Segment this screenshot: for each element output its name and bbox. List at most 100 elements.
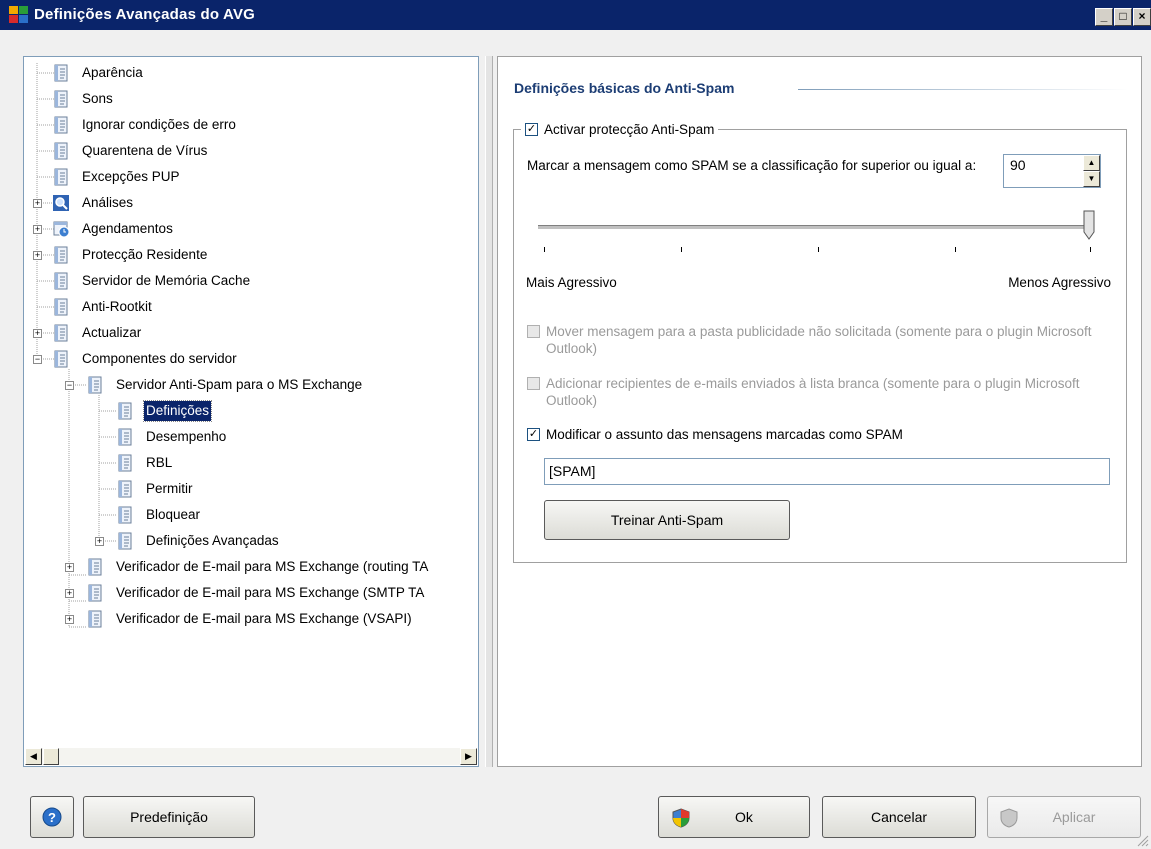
cancel-button[interactable]: Cancelar <box>822 796 976 838</box>
slider-tick <box>1090 247 1091 252</box>
collapse-icon[interactable]: − <box>65 381 74 390</box>
move-to-junk-label: Mover mensagem para a pasta publicidade … <box>546 324 1092 356</box>
slider-min-label: Mais Agressivo <box>526 275 617 290</box>
default-button[interactable]: Predefinição <box>83 796 255 838</box>
tree-item-label: Anti-Rootkit <box>82 299 152 314</box>
svg-text:?: ? <box>48 810 56 825</box>
window-title: Definições Avançadas do AVG <box>34 6 256 23</box>
tree-item-label: Sons <box>82 91 113 106</box>
tree-item-label: Bloquear <box>146 507 201 522</box>
threshold-value: 90 <box>1010 157 1026 173</box>
settings-document-icon <box>86 610 104 628</box>
scroll-right-arrow-icon[interactable]: ▶ <box>460 748 477 765</box>
settings-document-icon <box>52 350 70 368</box>
threshold-spinner[interactable]: 90 ▲ ▼ <box>1003 154 1101 188</box>
tree-item-label: Ignorar condições de erro <box>82 117 236 132</box>
subject-prefix-input[interactable]: [SPAM] <box>544 458 1110 485</box>
scroll-left-arrow-icon[interactable]: ◀ <box>25 748 42 765</box>
scroll-thumb[interactable] <box>43 748 59 765</box>
close-button[interactable]: × <box>1133 8 1151 26</box>
tree-item-label: Aparência <box>82 65 143 80</box>
slider-tick <box>818 247 819 252</box>
resize-grip-icon[interactable] <box>1135 833 1149 847</box>
help-button[interactable]: ? <box>30 796 74 838</box>
train-anti-spam-button[interactable]: Treinar Anti-Spam <box>544 500 790 540</box>
tree-item-label: Definições <box>142 400 213 422</box>
expand-icon[interactable]: + <box>33 225 42 234</box>
tree-item-label: Servidor de Memória Cache <box>82 273 251 288</box>
slider-tick <box>955 247 956 252</box>
settings-document-icon <box>52 90 70 108</box>
magnifier-icon <box>52 194 70 212</box>
settings-panel: Definições básicas do Anti-Spam ✓ Activa… <box>497 56 1142 767</box>
checkbox-modify-subject[interactable]: ✓ <box>527 428 540 441</box>
checkbox-enable[interactable]: ✓ <box>525 123 538 136</box>
ok-button-label: Ok <box>735 809 753 825</box>
tree-item-label: Actualizar <box>82 325 142 340</box>
check-mark-icon: ✓ <box>526 123 537 135</box>
slider-tick <box>544 247 545 252</box>
slider-thumb[interactable] <box>1083 210 1095 240</box>
settings-document-icon <box>52 246 70 264</box>
modify-subject-checkbox[interactable]: ✓ Modificar o assunto das mensagens marc… <box>527 426 1107 443</box>
modify-subject-label: Modificar o assunto das mensagens marcad… <box>546 427 903 442</box>
settings-document-icon <box>52 64 70 82</box>
settings-document-icon <box>52 168 70 186</box>
section-title: Definições básicas do Anti-Spam <box>514 80 735 96</box>
settings-document-icon <box>86 376 104 394</box>
tree-item-label: Quarentena de Vírus <box>82 143 208 158</box>
tree-item-label: Excepções PUP <box>82 169 180 184</box>
tree-item-label: Análises <box>82 195 134 210</box>
maximize-button[interactable]: □ <box>1114 8 1132 26</box>
tree-horizontal-scrollbar[interactable]: ◀ ▶ <box>25 748 477 765</box>
enable-anti-spam-checkbox[interactable]: ✓ Activar protecção Anti-Spam <box>521 121 719 138</box>
settings-document-icon <box>116 480 134 498</box>
apply-button[interactable]: Aplicar <box>987 796 1141 838</box>
spin-down-icon[interactable]: ▼ <box>1083 171 1100 187</box>
panel-splitter[interactable] <box>485 56 493 767</box>
collapse-icon[interactable]: − <box>33 355 42 364</box>
tree-item-label: Verificador de E-mail para MS Exchange (… <box>116 611 412 626</box>
tree-item-label: Verificador de E-mail para MS Exchange (… <box>116 585 425 600</box>
tree-item-label: Verificador de E-mail para MS Exchange (… <box>116 559 429 574</box>
expand-icon[interactable]: + <box>33 329 42 338</box>
settings-document-icon <box>116 532 134 550</box>
settings-document-icon <box>52 142 70 160</box>
check-mark-icon: ✓ <box>528 428 539 440</box>
tree-connector-lines <box>36 63 117 628</box>
minimize-button[interactable]: _ <box>1095 8 1113 26</box>
tree-item-label: Desempenho <box>146 429 227 444</box>
ok-button[interactable]: Ok <box>658 796 810 838</box>
checkbox-whitelist[interactable] <box>527 377 540 390</box>
default-button-label: Predefinição <box>130 809 208 825</box>
expand-icon[interactable]: + <box>95 537 104 546</box>
tree-item-label: Definições Avançadas <box>146 533 279 548</box>
expand-icon[interactable]: + <box>65 589 74 598</box>
enable-anti-spam-label: Activar protecção Anti-Spam <box>544 122 715 137</box>
cancel-button-label: Cancelar <box>870 809 928 825</box>
settings-document-icon <box>52 324 70 342</box>
anti-spam-group: ✓ Activar protecção Anti-Spam Marcar a m… <box>513 121 1127 563</box>
expand-icon[interactable]: + <box>33 199 42 208</box>
spin-up-icon[interactable]: ▲ <box>1083 155 1100 171</box>
train-anti-spam-label: Treinar Anti-Spam <box>610 512 724 528</box>
tree-item-label: Servidor Anti-Spam para o MS Exchange <box>116 377 363 392</box>
apply-button-label: Aplicar <box>1052 809 1096 825</box>
expand-icon[interactable]: + <box>65 563 74 572</box>
expand-icon[interactable]: + <box>33 251 42 260</box>
move-to-junk-checkbox[interactable]: Mover mensagem para a pasta publicidade … <box>527 323 1107 357</box>
whitelist-label: Adicionar recipientes de e-mails enviado… <box>546 376 1080 408</box>
checkbox-move[interactable] <box>527 325 540 338</box>
whitelist-checkbox[interactable]: Adicionar recipientes de e-mails enviado… <box>527 375 1107 409</box>
aggressiveness-slider[interactable] <box>538 225 1091 230</box>
settings-document-icon <box>86 558 104 576</box>
avg-app-icon <box>9 6 28 23</box>
settings-document-icon <box>116 506 134 524</box>
tree-item-label: RBL <box>146 455 173 470</box>
settings-tree[interactable]: Aparência Sons Ignorar condições de erro Qu… <box>23 56 479 767</box>
tree-item-label: Componentes do servidor <box>82 351 237 366</box>
title-bar: Definições Avançadas do AVG _ □ × <box>0 0 1151 30</box>
calendar-clock-icon <box>52 220 70 238</box>
help-icon: ? <box>42 807 62 827</box>
expand-icon[interactable]: + <box>65 615 74 624</box>
